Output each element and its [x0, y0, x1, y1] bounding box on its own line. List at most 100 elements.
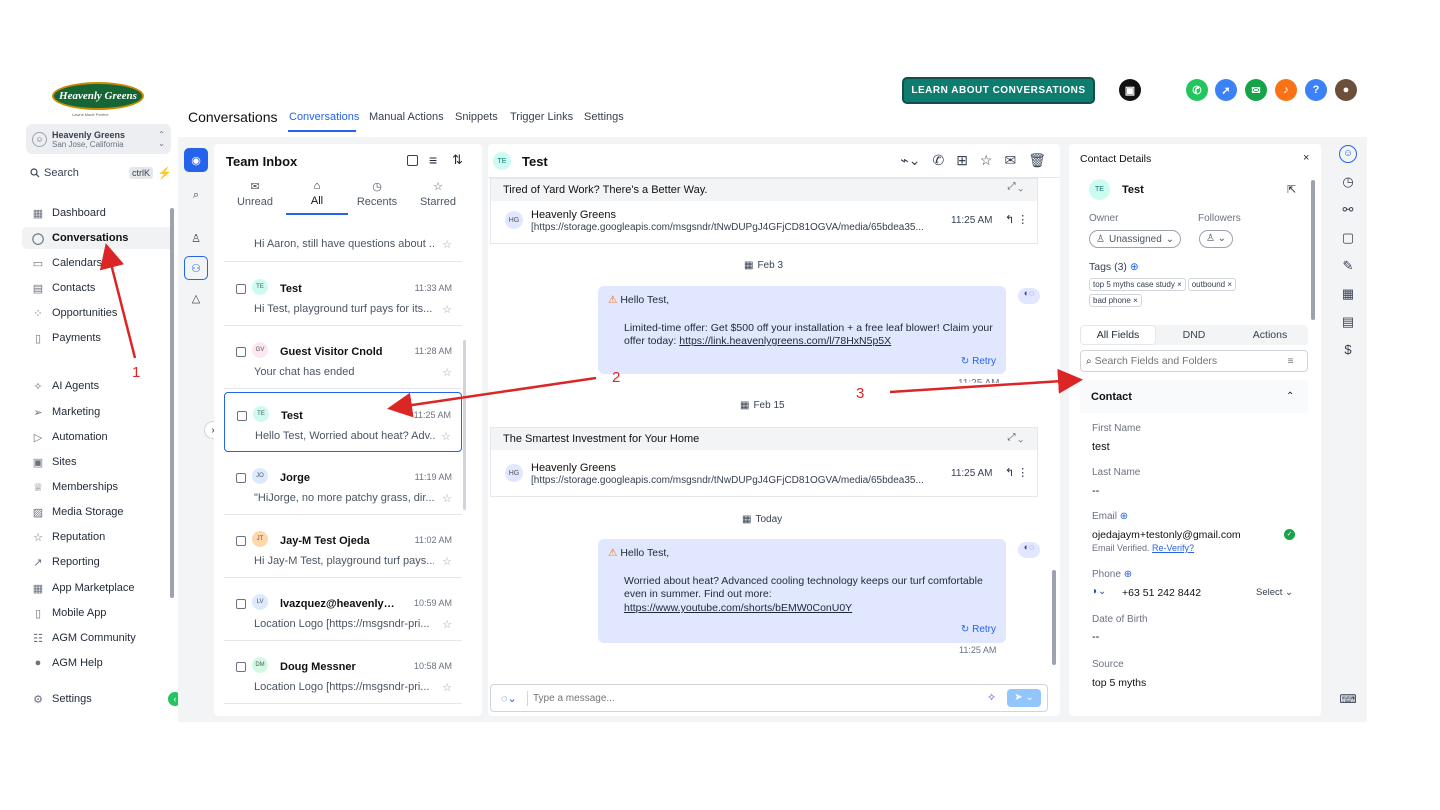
keyboard-icon[interactable]: ⌨	[1336, 692, 1360, 706]
email-message[interactable]: The Smartest Investment for Your Home ⤢ …	[490, 427, 1038, 497]
help-icon[interactable]: ?	[1305, 79, 1327, 101]
list-item[interactable]: Hi Aaron, still have questions about ...…	[224, 216, 462, 262]
field-search-input[interactable]	[1094, 355, 1285, 367]
contact-scrollbar[interactable]	[1311, 180, 1315, 320]
field-search[interactable]: ⌕ ≡	[1080, 350, 1308, 372]
close-icon[interactable]: ×	[1303, 152, 1309, 164]
row-checkbox[interactable]	[236, 473, 246, 483]
sms-message[interactable]: ⚠ Hello Test, Limited-time offer: Get $5…	[598, 286, 1006, 374]
ai-sparkle-icon[interactable]: ✧	[987, 691, 996, 704]
list-item[interactable]: GV Guest Visitor Cnold 11:28 AM Your chat h…	[224, 329, 462, 389]
owner-select[interactable]: ♙ Unassigned ⌄	[1089, 230, 1182, 248]
inbox-tab-unread[interactable]: ✉ Unread	[227, 180, 283, 208]
location-switcher[interactable]: ☺ Heavenly Greens San Jose, California ⌃…	[26, 124, 171, 154]
phone-type-select[interactable]: Select ⌄	[1256, 587, 1293, 598]
sidebar-item-ai-agents[interactable]: ✧ AI Agents	[22, 375, 174, 397]
phone-icon[interactable]: ✆	[1186, 79, 1208, 101]
expand-icon[interactable]: ⤢ ⌄	[1008, 181, 1024, 192]
channel-select-icon[interactable]: ◌⌄	[501, 692, 517, 705]
inbox-tab-all[interactable]: ⌂ All	[289, 180, 345, 207]
add-folder-icon[interactable]: ⊞	[956, 152, 968, 169]
tab-conversations[interactable]: Conversations	[289, 111, 359, 123]
reverify-link[interactable]: Re-Verify?	[1152, 543, 1194, 553]
search-rail-icon[interactable]: ⌕	[184, 183, 208, 207]
flag-icon[interactable]: ◗⌄	[1092, 586, 1106, 597]
star-icon[interactable]: ☆	[980, 152, 993, 169]
remove-tag-icon[interactable]: ×	[1177, 280, 1182, 289]
phone-value[interactable]: +63 51 242 8442	[1122, 587, 1201, 599]
expand-icon[interactable]: ⤢ ⌄	[1008, 432, 1024, 443]
sidebar-search[interactable]: Search ctrlK ⚡	[30, 166, 172, 180]
row-checkbox[interactable]	[237, 411, 247, 421]
dob-value[interactable]: --	[1092, 631, 1099, 643]
sidebar-item-sites[interactable]: ▣ Sites	[22, 451, 174, 473]
remove-tag-icon[interactable]: ×	[1133, 296, 1138, 305]
retry-button[interactable]: ↻ Retry	[961, 355, 996, 368]
retry-button[interactable]: ↻ Retry	[961, 623, 996, 636]
followers-select[interactable]: ♙ ⌄	[1199, 230, 1233, 248]
sidebar-item-automation[interactable]: ▷ Automation	[22, 426, 174, 448]
add-phone-icon[interactable]: ⊕	[1124, 569, 1132, 580]
star-icon[interactable]: ☆	[442, 618, 452, 631]
remove-tag-icon[interactable]: ×	[1227, 280, 1232, 289]
team-rail-icon[interactable]: ⚇	[184, 256, 208, 280]
star-icon[interactable]: ☆	[442, 303, 452, 316]
message-input[interactable]	[533, 690, 933, 706]
row-checkbox[interactable]	[236, 599, 246, 609]
reply-icon[interactable]: ↰ ⋮	[1005, 213, 1028, 226]
star-icon[interactable]: ☆	[442, 555, 452, 568]
sort-icon[interactable]: ⇅	[452, 152, 463, 168]
tag-chip[interactable]: top 5 myths case study ×	[1089, 278, 1186, 291]
dollar-icon[interactable]: $	[1336, 342, 1360, 357]
chat-widget-icon[interactable]: ▣	[1119, 79, 1141, 101]
tab-manual-actions[interactable]: Manual Actions	[369, 111, 444, 123]
learn-conversations-button[interactable]: LEARN ABOUT CONVERSATIONS	[902, 77, 1095, 104]
list-item[interactable]: JT Jay-M Test Ojeda 11:02 AM Hi Jay-M Test,…	[224, 518, 462, 578]
row-checkbox[interactable]	[236, 536, 246, 546]
document-icon[interactable]: ▤	[1336, 314, 1360, 330]
network-rail-icon[interactable]: △	[184, 286, 208, 310]
sidebar-item-settings[interactable]: ⚙ Settings	[22, 688, 174, 710]
message-link[interactable]: https://www.youtube.com/shorts/bEMW0ConU…	[624, 602, 852, 614]
email-link[interactable]: [https://storage.googleapis.com/msgsndr/…	[531, 475, 941, 486]
tab-dnd[interactable]: DND	[1156, 325, 1232, 345]
bolt-icon[interactable]: ⚡	[157, 166, 172, 180]
inbox-tab-starred[interactable]: ☆ Starred	[410, 180, 466, 208]
tag-chip[interactable]: outbound ×	[1187, 278, 1237, 291]
sidebar-item-dashboard[interactable]: ▦ Dashboard	[22, 202, 174, 224]
email-message[interactable]: Tired of Yard Work? There's a Better Way…	[490, 178, 1038, 244]
tab-snippets[interactable]: Snippets	[455, 111, 498, 123]
list-item[interactable]: DM Doug Messner 10:58 AM Location Logo [htt…	[224, 644, 462, 704]
chevron-up-icon[interactable]: ⌃	[1286, 391, 1294, 402]
chat-scrollbar[interactable]	[1052, 570, 1056, 665]
external-link-icon[interactable]: ⇱	[1287, 183, 1296, 196]
sidebar-item-reputation[interactable]: ☆ Reputation	[22, 526, 174, 548]
source-value[interactable]: top 5 myths	[1092, 677, 1146, 689]
tag-chip[interactable]: bad phone ×	[1089, 294, 1142, 307]
message-link[interactable]: https://link.heavenlygreens.com/l/78HxN5…	[679, 335, 891, 347]
megaphone-icon[interactable]: ✉	[1245, 79, 1267, 101]
phone-call-icon[interactable]: ✆	[932, 152, 944, 169]
star-icon[interactable]: ☆	[442, 366, 452, 379]
task-icon[interactable]: ▢	[1336, 230, 1360, 246]
sidebar-item-agm-community[interactable]: ☷ AGM Community	[22, 627, 174, 649]
first-name-value[interactable]: test	[1092, 441, 1110, 453]
sidebar-scrollbar[interactable]	[170, 208, 174, 598]
add-email-icon[interactable]: ⊕	[1120, 511, 1128, 522]
contact-rail-icon[interactable]: ☺	[1336, 145, 1360, 163]
inbox-tab-recents[interactable]: ◷ Recents	[349, 180, 405, 208]
bell-icon[interactable]: ♪	[1275, 79, 1297, 101]
person-rail-icon[interactable]: ♙	[184, 226, 208, 250]
email-icon[interactable]: ✉	[1004, 152, 1016, 169]
list-item[interactable]: TE Test 11:25 AM Hello Test, Worried about …	[224, 392, 462, 452]
inbox-scrollbar[interactable]	[463, 340, 466, 510]
sidebar-item-marketing[interactable]: ➢ Marketing	[22, 401, 174, 423]
sidebar-item-agm-help[interactable]: ● AGM Help	[22, 652, 174, 674]
list-item[interactable]: LV lvazquez@heavenlygre... 10:59 AM Locatio…	[224, 581, 462, 641]
sidebar-item-memberships[interactable]: ♕ Memberships	[22, 476, 174, 498]
list-item[interactable]: JO Jorge 11:19 AM "HiJorge, no more patchy …	[224, 455, 462, 515]
sidebar-item-reporting[interactable]: ↗ Reporting	[22, 551, 174, 573]
star-icon[interactable]: ☆	[441, 430, 451, 443]
row-checkbox[interactable]	[236, 662, 246, 672]
sms-message[interactable]: ⚠ Hello Test, Worried about heat? Advanc…	[598, 539, 1006, 643]
